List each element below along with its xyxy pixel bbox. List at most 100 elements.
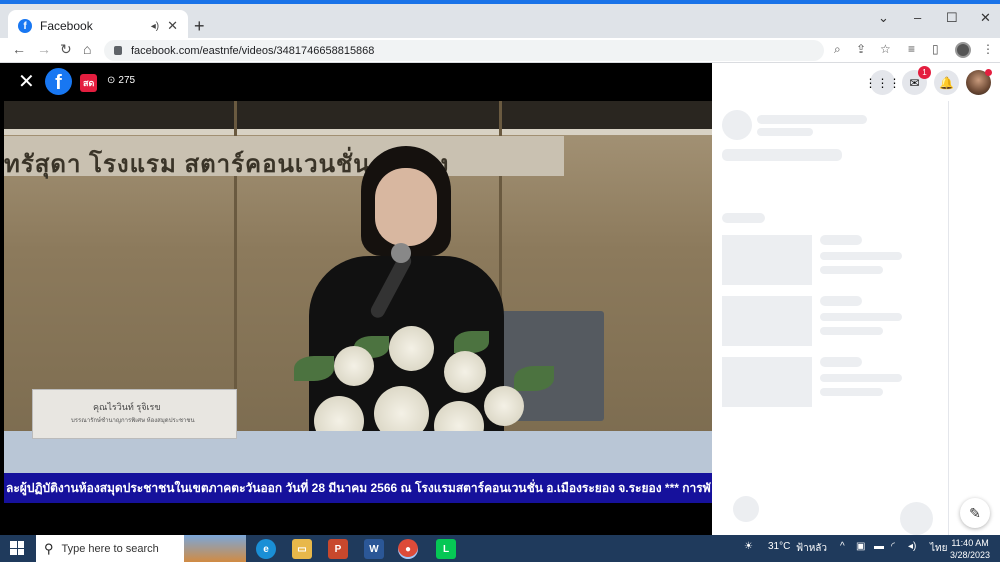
search-highlight-image [184,535,246,562]
skeleton-line [820,235,862,245]
skeleton-avatar [900,502,933,535]
leaf [514,366,554,391]
skeleton-avatar [722,110,752,140]
minimize-button[interactable]: – [914,10,921,30]
media-control-icon[interactable]: ≡ [908,42,915,56]
skeleton-line [820,252,902,260]
language-indicator[interactable]: ไทย [930,541,947,556]
zoom-icon[interactable]: ⌕ [834,42,841,57]
skeleton-avatar [733,496,759,522]
news-ticker: ละผู้ปฏิบัติงานห้องสมุดประชาชนในเขตภาคตะ… [4,473,712,503]
tab-title: Facebook [40,19,93,33]
skeleton-thumbnail [722,357,812,407]
viewer-count-value: 275 [118,75,136,86]
video-top-bar: ✕ f สด ⊙ 275 [0,63,712,101]
notifications-bell-icon[interactable]: 🔔 [934,70,959,95]
skeleton-line [757,115,867,124]
url-text: facebook.com/eastnfe/videos/348174665881… [131,44,375,57]
share-icon[interactable]: ⇪ [856,42,866,56]
address-toolbar: ← → ↻ ⌂ facebook.com/eastnfe/videos/3481… [0,38,1000,63]
system-clock[interactable]: 11:40 AM 3/28/2023 [950,537,990,561]
search-placeholder: Type here to search [61,542,159,555]
menu-grid-icon[interactable]: ⋮⋮⋮ [865,70,901,95]
tab-close-icon[interactable]: ✕ [167,18,178,34]
avatar-notification-dot [985,69,992,76]
line-app-icon[interactable]: L [436,539,456,559]
tab-search-icon[interactable]: ⌄ [878,10,889,30]
account-avatar[interactable] [966,69,992,95]
windows-start-icon[interactable] [10,541,24,555]
tray-battery-icon[interactable]: ▬ [874,541,884,552]
eye-icon: ⊙ [107,75,116,86]
lock-icon[interactable] [114,46,122,55]
file-explorer-icon[interactable]: ▭ [292,539,312,559]
skeleton-line [820,374,902,382]
volume-icon[interactable]: ◂) [908,541,916,552]
tray-device-icon[interactable]: ▣ [856,541,865,552]
skeleton-line [722,213,765,223]
speaker-icon[interactable]: ◂) [151,21,159,32]
edge-icon[interactable]: e [256,539,276,559]
home-icon[interactable]: ⌂ [83,41,91,57]
ceiling [4,101,712,131]
compose-message-icon[interactable]: ✎ [960,498,990,528]
facebook-favicon-icon: f [18,19,32,33]
show-hidden-icons-icon[interactable]: ^ [840,541,845,552]
taskbar-search-box[interactable]: ⚲ Type here to search [36,535,246,562]
weather-condition[interactable]: ฟ้าหลัว [796,541,827,556]
skeleton-line [820,388,883,396]
skeleton-line [820,296,862,306]
browser-menu-icon[interactable]: ⋮ [982,42,994,56]
flower [444,351,486,393]
nameplate-name: คุณไรวินท์ รุจิเรข [93,402,161,412]
nameplate: คุณไรวินท์ รุจิเรข บรรณารักษ์ชำนาญการพิเ… [32,389,237,439]
skeleton-line [820,327,883,335]
live-badge: สด [80,74,98,92]
powerpoint-icon[interactable]: P [328,539,348,559]
weather-temperature[interactable]: 31°C [768,541,790,552]
side-panel-icon[interactable]: ▯ [932,42,939,56]
skeleton-line [820,357,862,367]
forward-arrow-icon[interactable]: → [37,41,51,57]
video-player[interactable]: ✕ f สด ⊙ 275 ทรัสุดา โรงแรม สตาร์คอนเวนชั… [0,63,712,535]
speaker-face [375,168,437,246]
nameplate-title: บรรณารักษ์ชำนาญการพิเศษ ห้องสมุดประชาชน [71,418,195,424]
weather-icon[interactable]: ☀ [744,541,753,552]
skeleton-thumbnail [722,235,812,285]
reload-icon[interactable]: ↻ [60,41,72,58]
skeleton-line [820,313,902,321]
flower [484,386,524,426]
word-icon[interactable]: W [364,539,384,559]
microphone-head [391,243,411,263]
maximize-button[interactable]: ☐ [946,10,958,30]
leaf [454,331,489,353]
panel-divider [948,101,949,535]
search-icon: ⚲ [44,540,54,556]
flower [334,346,374,386]
viewer-count: ⊙ 275 [107,75,135,86]
address-bar[interactable]: facebook.com/eastnfe/videos/348174665881… [104,40,824,61]
browser-tab-strip: f Facebook ◂) ✕ + ⌄ – ☐ ✕ [0,0,1000,42]
wifi-icon[interactable]: ◜ [891,541,895,552]
skeleton-line [722,149,842,161]
window-close-button[interactable]: ✕ [980,10,991,30]
screen: f Facebook ◂) ✕ + ⌄ – ☐ ✕ ← → ↻ ⌂ facebo… [0,0,1000,562]
messenger-icon[interactable]: ✉ 1 [902,66,931,95]
new-tab-button[interactable]: + [194,16,205,36]
close-video-icon[interactable]: ✕ [18,69,35,94]
leaf [294,356,334,381]
ceiling-bar [4,129,712,135]
skeleton-thumbnail [722,296,812,346]
messenger-badge: 1 [918,66,931,79]
browser-profile-avatar[interactable] [955,42,971,58]
windows-taskbar: ⚲ Type here to search e ▭ P W ● L ☀ 31°C… [0,535,1000,562]
video-frame: ทรัสุดา โรงแรม สตาร์คอนเวนชั่น ระยอง คุณ… [4,101,712,473]
clock-date: 3/28/2023 [950,550,991,560]
skeleton-line [820,266,883,274]
facebook-top-icons: ⋮⋮⋮ ✉ 1 🔔 [712,63,1000,101]
clock-time: 11:40 AM [951,538,989,548]
back-arrow-icon[interactable]: ← [12,41,26,57]
bookmark-star-icon[interactable]: ☆ [880,42,891,56]
facebook-logo-icon[interactable]: f [45,68,72,95]
chrome-icon[interactable]: ● [398,539,418,559]
